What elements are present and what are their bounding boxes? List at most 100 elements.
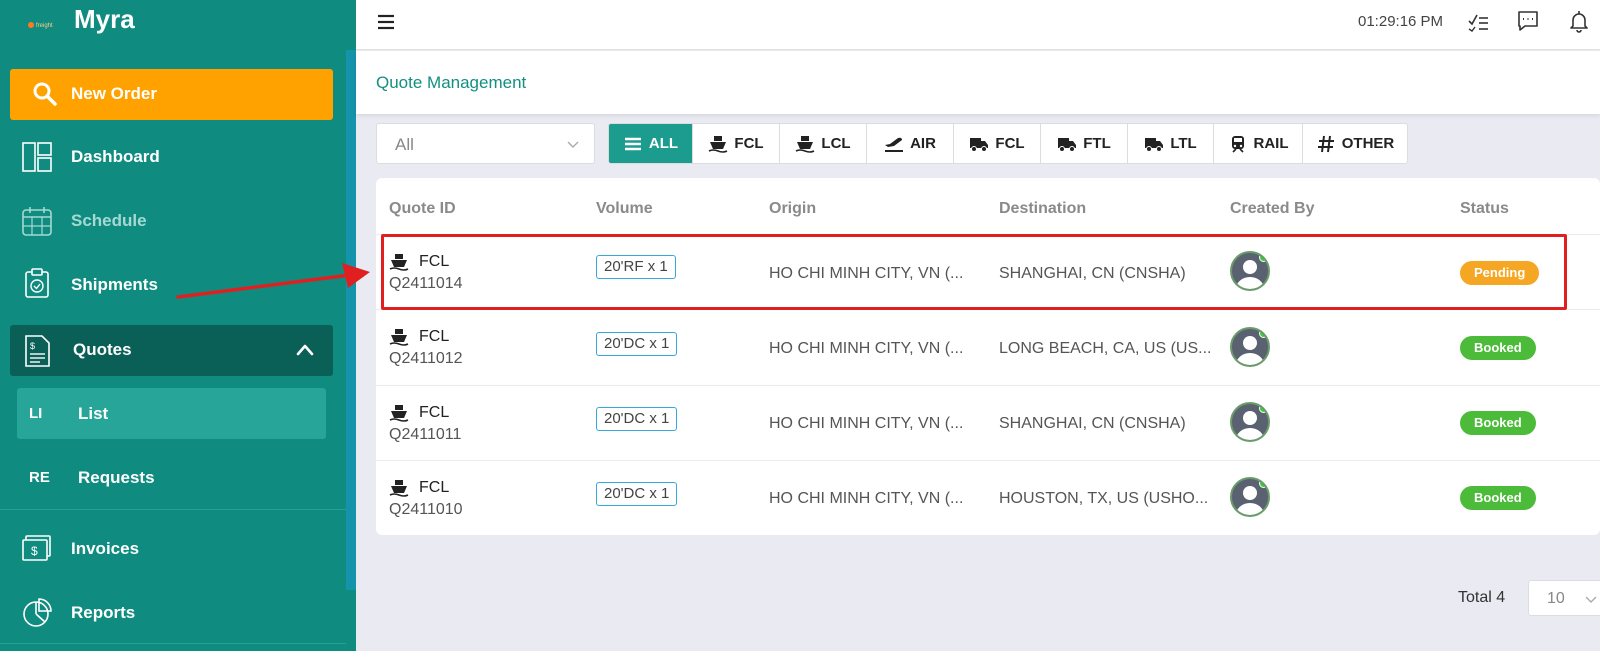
sidebar-item-label: Shipments bbox=[71, 275, 158, 294]
ship-icon bbox=[389, 405, 409, 422]
page-size-select[interactable]: 10 bbox=[1528, 580, 1600, 616]
online-indicator bbox=[1259, 404, 1268, 413]
ship-icon bbox=[389, 480, 409, 497]
tab-label: LCL bbox=[821, 135, 851, 152]
new-order-label: New Order bbox=[71, 84, 157, 103]
tab-all[interactable]: ALL bbox=[609, 124, 693, 163]
status-badge: Booked bbox=[1460, 486, 1536, 510]
avatar[interactable] bbox=[1230, 327, 1270, 367]
tab-label: LTL bbox=[1170, 135, 1197, 152]
sidebar-item-dashboard[interactable]: Dashboard bbox=[0, 132, 346, 182]
select-value: All bbox=[395, 135, 414, 154]
origin: HO CHI MINH CITY, VN (... bbox=[769, 415, 964, 432]
transport-mode: FCL bbox=[419, 479, 450, 496]
avatar[interactable] bbox=[1230, 402, 1270, 442]
ship-icon bbox=[389, 254, 409, 271]
page-header: Quote Management bbox=[356, 51, 1600, 114]
row-divider bbox=[376, 309, 1600, 310]
sidebar-item-label: Dashboard bbox=[71, 147, 160, 166]
row-divider bbox=[376, 460, 1600, 461]
subitem-label: List bbox=[78, 404, 109, 423]
ship-icon bbox=[389, 329, 409, 346]
truck-icon bbox=[1145, 137, 1164, 152]
page-title: Quote Management bbox=[376, 73, 527, 92]
sidebar-item-label: Quotes bbox=[73, 340, 132, 359]
quote-id[interactable]: Q2411012 bbox=[389, 350, 463, 368]
column-header-volume[interactable]: Volume bbox=[596, 200, 653, 218]
sidebar-item-schedule[interactable]: Schedule bbox=[0, 196, 346, 246]
tab-lcl[interactable]: LCL bbox=[780, 124, 867, 163]
volume-tag: 20'RF x 1 bbox=[596, 255, 676, 279]
new-order-button[interactable]: New Order bbox=[10, 69, 333, 120]
transport-mode: FCL bbox=[419, 253, 450, 270]
train-icon bbox=[1231, 135, 1244, 153]
quote-id[interactable]: Q2411011 bbox=[389, 426, 461, 444]
subitem-label: Requests bbox=[78, 468, 155, 487]
checklist-icon[interactable] bbox=[1466, 9, 1490, 33]
tab-ltl[interactable]: LTL bbox=[1128, 124, 1214, 163]
dashboard-icon bbox=[22, 142, 52, 172]
tab-label: RAIL bbox=[1253, 135, 1289, 152]
column-header-status[interactable]: Status bbox=[1460, 200, 1509, 218]
chevron-down-icon bbox=[1585, 596, 1597, 603]
status-badge: Booked bbox=[1460, 336, 1536, 360]
transport-mode: FCL bbox=[419, 404, 450, 421]
origin: HO CHI MINH CITY, VN (... bbox=[769, 265, 964, 282]
tab-other[interactable]: OTHER bbox=[1303, 124, 1407, 163]
destination: HOUSTON, TX, US (USHO... bbox=[999, 490, 1209, 507]
chat-icon[interactable] bbox=[1516, 9, 1540, 33]
tab-rail[interactable]: RAIL bbox=[1214, 124, 1303, 163]
list-icon bbox=[624, 137, 641, 150]
tab-ftl[interactable]: FTL bbox=[1041, 124, 1128, 163]
volume-tag: 20'DC x 1 bbox=[596, 407, 678, 431]
avatar[interactable] bbox=[1230, 251, 1270, 291]
tab-fcl-road[interactable]: FCL bbox=[954, 124, 1041, 163]
transport-mode-tabs: ALL FCL LCL AIR FCL FTL LTL RAIL OTHER bbox=[608, 123, 1408, 164]
tab-label: FTL bbox=[1083, 135, 1111, 152]
sidebar-scrollbar[interactable] bbox=[346, 50, 356, 590]
transport-mode: FCL bbox=[419, 328, 450, 345]
hamburger-menu-icon[interactable] bbox=[376, 13, 396, 31]
quote-id[interactable]: Q2411010 bbox=[389, 501, 463, 519]
destination: LONG BEACH, CA, US (US... bbox=[999, 340, 1212, 357]
destination: SHANGHAI, CN (CNSHA) bbox=[999, 415, 1186, 432]
logo-icon: freight bbox=[28, 22, 53, 29]
truck-icon bbox=[1058, 137, 1077, 152]
sidebar-subitem-list[interactable]: LI List bbox=[17, 388, 326, 439]
sidebar-item-invoices[interactable]: $ Invoices bbox=[0, 524, 346, 574]
subitem-abbr: RE bbox=[29, 469, 50, 486]
sidebar-item-quotes[interactable]: $ Quotes bbox=[10, 325, 333, 376]
sidebar-item-label: Reports bbox=[71, 603, 136, 622]
tab-label: AIR bbox=[910, 135, 936, 152]
chevron-up-icon[interactable] bbox=[295, 340, 315, 360]
cash-icon: $ bbox=[22, 535, 51, 561]
bell-icon[interactable] bbox=[1567, 9, 1591, 33]
brand[interactable]: freight Myra bbox=[0, 0, 356, 44]
quote-filter-select[interactable]: All bbox=[376, 123, 595, 164]
avatar[interactable] bbox=[1230, 477, 1270, 517]
sidebar-item-label: Invoices bbox=[71, 539, 140, 558]
column-header-destination[interactable]: Destination bbox=[999, 200, 1086, 218]
column-header-quote-id[interactable]: Quote ID bbox=[389, 200, 456, 218]
chevron-down-icon bbox=[567, 141, 579, 148]
quote-id[interactable]: Q2411014 bbox=[389, 275, 463, 293]
column-header-origin[interactable]: Origin bbox=[769, 200, 816, 218]
sidebar-item-label: Schedule bbox=[71, 211, 147, 230]
clock: 01:29:16 PM bbox=[1358, 13, 1444, 30]
column-header-created-by[interactable]: Created By bbox=[1230, 200, 1314, 218]
tab-label: FCL bbox=[734, 135, 764, 152]
online-indicator bbox=[1259, 253, 1268, 262]
search-icon bbox=[33, 82, 57, 106]
truck-icon bbox=[970, 137, 989, 152]
tab-fcl-sea[interactable]: FCL bbox=[693, 124, 780, 163]
tab-air[interactable]: AIR bbox=[867, 124, 954, 163]
sidebar-item-reports[interactable]: Reports bbox=[0, 588, 346, 638]
invoice-document-icon: $ bbox=[25, 335, 50, 367]
app-name: Myra bbox=[74, 4, 135, 34]
sidebar-subitem-requests[interactable]: RE Requests bbox=[17, 452, 326, 503]
top-bar: 01:29:16 PM bbox=[356, 0, 1600, 50]
sidebar-divider bbox=[0, 509, 346, 510]
status-badge: Pending bbox=[1460, 261, 1540, 285]
svg-text:$: $ bbox=[30, 341, 35, 351]
tab-label: OTHER bbox=[1341, 135, 1395, 152]
